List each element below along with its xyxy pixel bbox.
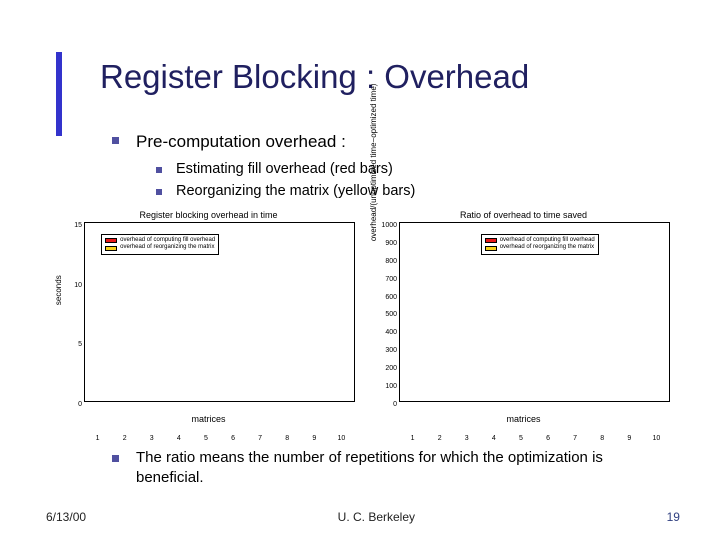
chart-right: Ratio of overhead to time saved 010020030… [371, 210, 676, 430]
bullet-main-text: Pre-computation overhead : [136, 132, 346, 151]
plot-area: overhead of computing fill overheadoverh… [84, 222, 355, 402]
bullet-sub1-text: Estimating fill overhead (red bars) [176, 161, 393, 177]
x-ticks: 12345678910 [399, 435, 670, 442]
bars [89, 223, 350, 401]
y-label: overhead/(unoptimized time−optimized tim… [369, 84, 378, 242]
x-ticks: 12345678910 [84, 435, 355, 442]
footer-org: U. C. Berkeley [338, 510, 415, 524]
bullet-sub2-text: Reorganizing the matrix (yellow bars) [176, 183, 415, 199]
footer: 6/13/00 U. C. Berkeley 19 [46, 510, 680, 524]
closing-text: The ratio means the number of repetition… [136, 449, 603, 486]
bullet-icon [112, 455, 119, 462]
plot-area: overhead of computing fill overheadoverh… [399, 222, 670, 402]
chart-title: Register blocking overhead in time [56, 210, 361, 220]
y-ticks: 051015 [64, 222, 82, 408]
x-label: matrices [56, 414, 361, 424]
charts-row: Register blocking overhead in time 051015… [56, 210, 676, 430]
bullet-icon [156, 167, 162, 173]
accent-bar [56, 52, 62, 136]
slide-title: Register Blocking : Overhead [100, 58, 529, 96]
bullet-icon [112, 137, 119, 144]
chart-title: Ratio of overhead to time saved [371, 210, 676, 220]
bullet-icon [156, 189, 162, 195]
chart-left: Register blocking overhead in time 051015… [56, 210, 361, 430]
footer-page: 19 [667, 510, 680, 524]
y-ticks: 01002003004005006007008009001000 [379, 222, 397, 408]
y-label: seconds [54, 275, 63, 305]
closing-bullet: The ratio means the number of repetition… [112, 448, 660, 489]
bars [404, 223, 665, 401]
x-label: matrices [371, 414, 676, 424]
footer-date: 6/13/00 [46, 510, 86, 524]
